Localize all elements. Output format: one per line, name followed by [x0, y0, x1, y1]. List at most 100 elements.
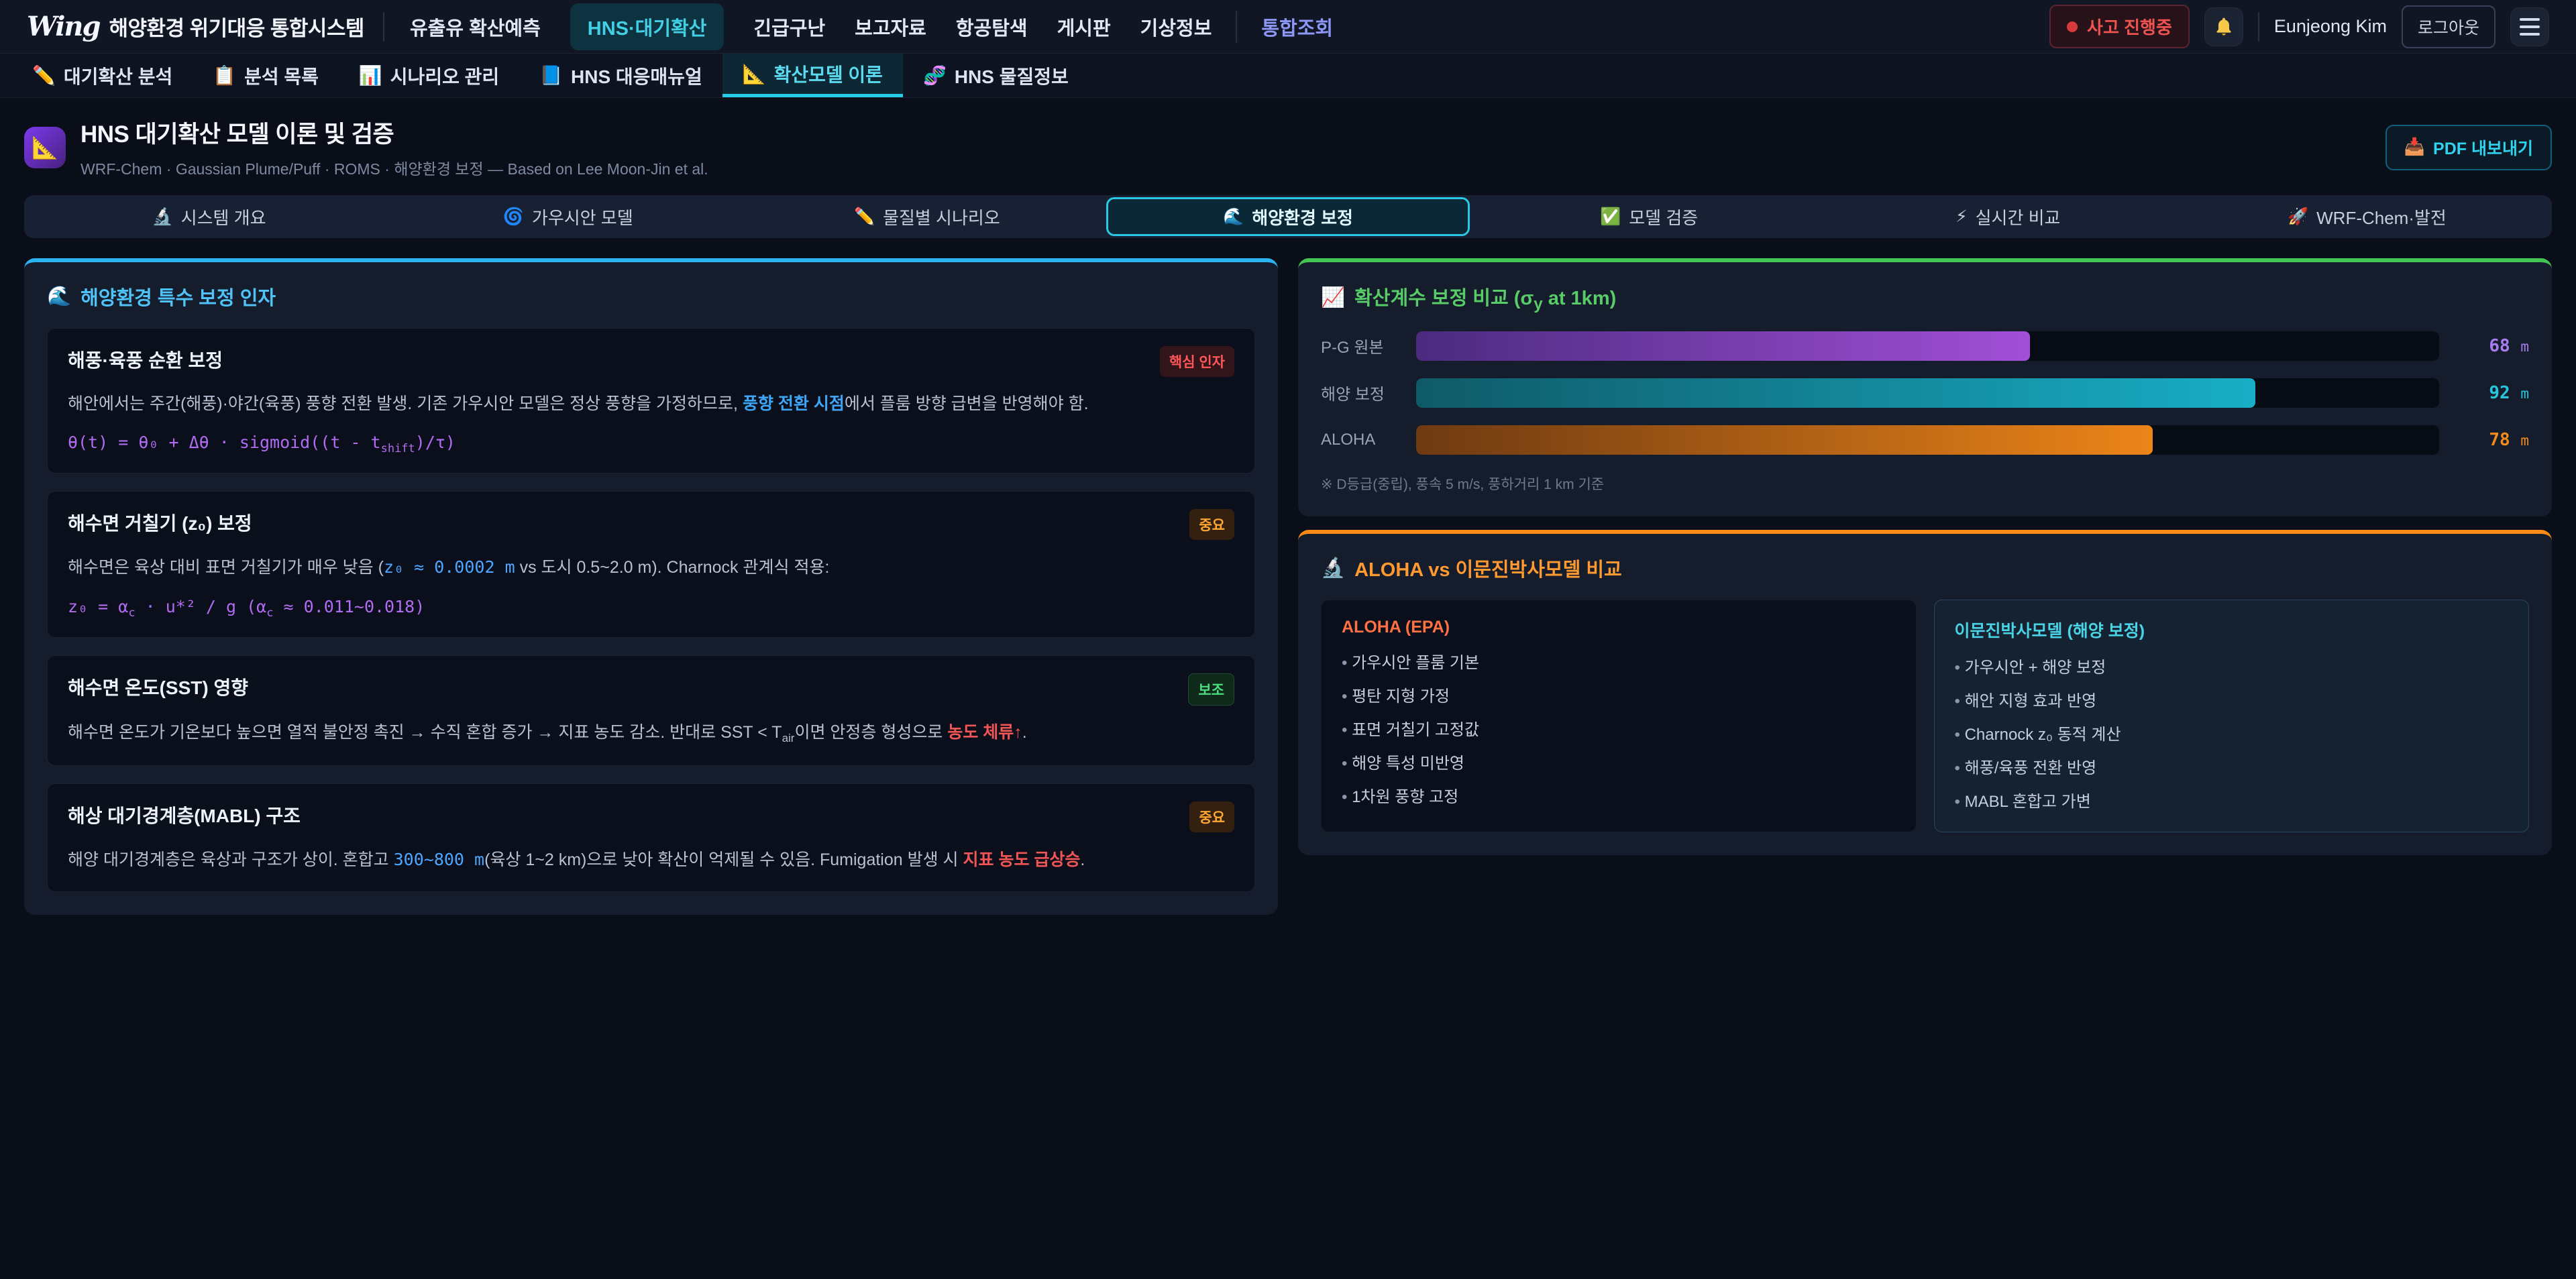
microscope-icon: 🔬 [1321, 557, 1345, 579]
section-gaussian-model[interactable]: 🌀 가우시안 모델 [388, 201, 747, 233]
app-title: 해양환경 위기대응 통합시스템 [109, 11, 364, 42]
bar-value: 78 m [2455, 430, 2529, 450]
list-item: 해양 특성 미반영 [1342, 750, 1896, 773]
bar-label: P-G 원본 [1321, 334, 1400, 357]
book-icon: 📘 [539, 64, 563, 87]
logo-wing-mark: Wing [27, 11, 99, 42]
microscope-icon: 🔬 [152, 207, 173, 227]
cyclone-icon: 🌀 [503, 207, 524, 227]
lee-box-title: 이문진박사모델 (해양 보정) [1955, 618, 2509, 642]
nav-item-weather[interactable]: 기상정보 [1140, 13, 1212, 41]
bar-row-aloha: ALOHA 78 m [1321, 425, 2529, 455]
factor-title: 해수면 거칠기 (z₀) 보정 [68, 509, 252, 536]
main-content: 📐 HNS 대기확산 모델 이론 및 검증 WRF-Chem · Gaussia… [0, 115, 2576, 915]
factor-formula: θ(t) = θ₀ + Δθ · sigmoid((t - tshift)/τ) [68, 433, 1234, 455]
tab-dispersion-analysis[interactable]: ✏️ 대기확산 분석 [12, 54, 193, 97]
section-realtime-comparison[interactable]: ⚡ 실시간 비교 [1829, 201, 2188, 233]
pencil-icon: ✏️ [32, 64, 56, 87]
triangle-ruler-icon: 📐 [743, 63, 766, 85]
section-nav-bar: 🔬 시스템 개요 🌀 가우시안 모델 ✏️ 물질별 시나리오 🌊 해양환경 보정… [24, 195, 2552, 238]
nav-item-hns-dispersion[interactable]: HNS·대기확산 [570, 3, 724, 50]
pdf-export-label: PDF 내보내기 [2433, 135, 2533, 160]
bar-track [1416, 378, 2439, 408]
tab-label: 확산모델 이론 [774, 60, 883, 87]
app-logo[interactable]: Wing 해양환경 위기대응 통합시스템 [27, 11, 364, 42]
tab-hns-substance-info[interactable]: 🧬 HNS 물질정보 [903, 54, 1089, 97]
incident-status-badge[interactable]: 사고 진행중 [2049, 5, 2190, 48]
ruler-badge-icon: 📐 [24, 127, 66, 168]
bell-icon [2213, 16, 2235, 38]
menu-button[interactable] [2510, 7, 2549, 46]
notifications-button[interactable] [2204, 7, 2243, 46]
logout-button[interactable]: 로그아웃 [2402, 5, 2496, 48]
nav-item-reports[interactable]: 보고자료 [855, 13, 926, 41]
model-comparison-card: 🔬 ALOHA vs 이문진박사모델 비교 ALOHA (EPA) 가우시안 플… [1298, 530, 2552, 855]
user-name: Eunjeong Kim [2274, 16, 2387, 37]
list-item: 표면 거칠기 고정값 [1342, 716, 1896, 740]
tab-analysis-list[interactable]: 📋 분석 목록 [193, 54, 339, 97]
nav-item-integrated-search[interactable]: 통합조회 [1261, 13, 1333, 41]
bar-track [1416, 425, 2439, 455]
bar-fill-purple [1416, 331, 2030, 361]
main-nav: 유출유 확산예측 HNS·대기확산 긴급구난 보고자료 항공탐색 게시판 기상정… [410, 3, 2031, 50]
tab-label: HNS 대응매뉴얼 [571, 62, 702, 89]
lee-model-box: 이문진박사모델 (해양 보정) 가우시안 + 해양 보정 해안 지형 효과 반영… [1934, 600, 2530, 832]
section-label: 시스템 개요 [181, 205, 266, 229]
wave-icon: 🌊 [47, 285, 71, 308]
list-item: Charnock z₀ 동적 계산 [1955, 721, 2509, 744]
pdf-export-button[interactable]: 📥 PDF 내보내기 [2385, 125, 2552, 170]
factor-badge: 중요 [1189, 509, 1234, 540]
bar-fill-teal [1416, 378, 2255, 408]
nav-item-emergency-rescue[interactable]: 긴급구난 [753, 13, 825, 41]
aloha-box-title: ALOHA (EPA) [1342, 618, 1896, 637]
nav-item-aerial-search[interactable]: 항공탐색 [956, 13, 1028, 41]
list-item: 해안 지형 효과 반영 [1955, 687, 2509, 711]
tab-hns-response-manual[interactable]: 📘 HNS 대응매뉴얼 [519, 54, 722, 97]
tab-scenario-management[interactable]: 📊 시나리오 관리 [339, 54, 519, 97]
factor-title: 해수면 온도(SST) 영향 [68, 673, 248, 700]
factor-sea-land-breeze: 해풍·육풍 순환 보정 핵심 인자 해안에서는 주간(해풍)·야간(육풍) 풍향… [47, 328, 1255, 474]
page-header: 📐 HNS 대기확산 모델 이론 및 검증 WRF-Chem · Gaussia… [24, 115, 2552, 179]
section-marine-correction[interactable]: 🌊 해양환경 보정 [1106, 197, 1469, 236]
hamburger-icon [2520, 18, 2540, 36]
chart-footnote: ※ D등급(중립), 풍속 5 m/s, 풍하거리 1 km 기준 [1321, 474, 2529, 494]
factor-badge: 보조 [1188, 673, 1234, 706]
tab-label: HNS 물질정보 [955, 62, 1069, 89]
section-system-overview[interactable]: 🔬 시스템 개요 [30, 201, 388, 233]
nav-item-board[interactable]: 게시판 [1057, 13, 1111, 41]
page-title: HNS 대기확산 모델 이론 및 검증 [80, 115, 708, 150]
tab-diffusion-model-theory[interactable]: 📐 확산모델 이론 [722, 54, 903, 97]
factor-title: 해풍·육풍 순환 보정 [68, 346, 223, 373]
section-model-validation[interactable]: ✅ 모델 검증 [1470, 201, 1829, 233]
nav-item-oil-spill[interactable]: 유출유 확산예측 [410, 13, 541, 41]
tab-label: 대기확산 분석 [64, 62, 172, 89]
lightning-icon: ⚡ [1955, 207, 1968, 227]
comparison-columns: ALOHA (EPA) 가우시안 플룸 기본 평탄 지형 가정 표면 거칠기 고… [1321, 600, 2529, 832]
section-substance-scenarios[interactable]: ✏️ 물질별 시나리오 [747, 201, 1106, 233]
list-item: 가우시안 + 해양 보정 [1955, 654, 2509, 677]
lee-feature-list: 가우시안 + 해양 보정 해안 지형 효과 반영 Charnock z₀ 동적 … [1955, 654, 2509, 812]
factor-formula: z₀ = αc · u*² / g (αc ≈ 0.011~0.018) [68, 597, 1234, 620]
bar-value: 92 m [2455, 383, 2529, 403]
sigma-comparison-card: 📈 확산계수 보정 비교 (σy at 1km) P-G 원본 68 m 해양 … [1298, 258, 2552, 516]
section-label: 물질별 시나리오 [883, 205, 1000, 229]
incident-badge-label: 사고 진행중 [2087, 14, 2172, 39]
incident-dot-icon [2067, 21, 2078, 32]
factor-description: 해수면 온도가 기온보다 높으면 열적 불안정 촉진 → 수직 혼합 증가 → … [68, 719, 1234, 748]
bar-label: 해양 보정 [1321, 381, 1400, 404]
factor-title: 해상 대기경계층(MABL) 구조 [68, 801, 301, 828]
factor-description: 해안에서는 주간(해풍)·야간(육풍) 풍향 전환 발생. 기존 가우시안 모델… [68, 390, 1234, 418]
aloha-feature-list: 가우시안 플룸 기본 평탄 지형 가정 표면 거칠기 고정값 해양 특성 미반영… [1342, 649, 1896, 807]
list-item: 가우시안 플룸 기본 [1342, 649, 1896, 673]
list-item: 1차원 풍향 고정 [1342, 783, 1896, 807]
section-label: 실시간 비교 [1976, 205, 2061, 229]
clipboard-icon: 📋 [213, 64, 236, 87]
section-wrf-chem[interactable]: 🚀 WRF-Chem·발전 [2188, 201, 2546, 233]
model-comparison-title: 🔬 ALOHA vs 이문진박사모델 비교 [1321, 554, 2529, 582]
bar-track [1416, 331, 2439, 361]
bar-value: 68 m [2455, 336, 2529, 356]
sub-tab-bar: ✏️ 대기확산 분석 📋 분석 목록 📊 시나리오 관리 📘 HNS 대응매뉴얼… [0, 54, 2576, 98]
wave-icon: 🌊 [1223, 207, 1244, 227]
section-label: 해양환경 보정 [1252, 205, 1353, 229]
factor-mabl-structure: 해상 대기경계층(MABL) 구조 중요 해양 대기경계층은 육상과 구조가 상… [47, 783, 1255, 892]
